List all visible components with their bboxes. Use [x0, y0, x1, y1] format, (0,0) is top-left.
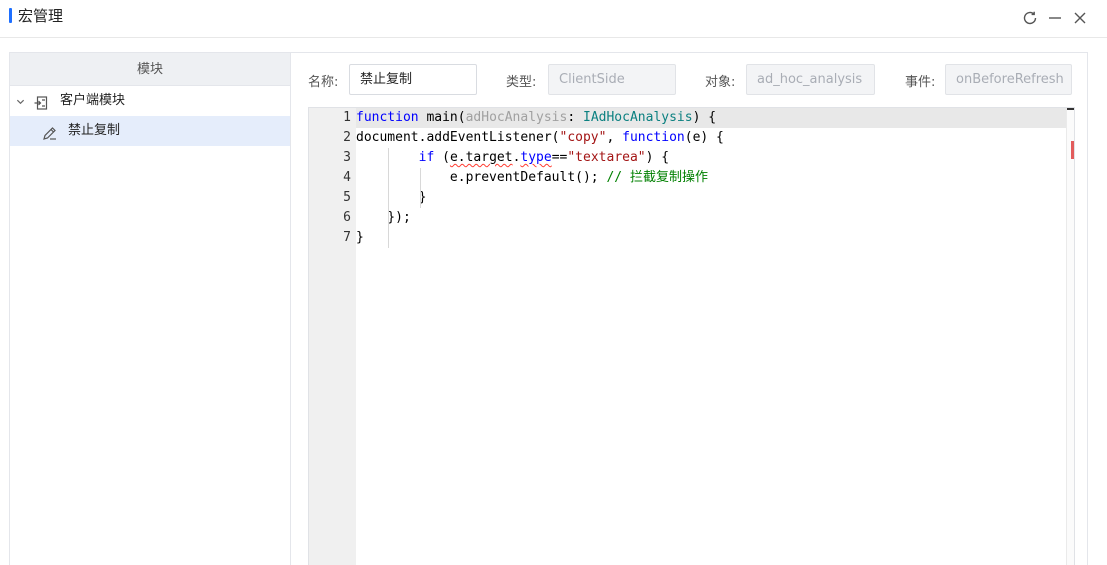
code-token: "copy"	[559, 130, 607, 145]
code-line-2[interactable]: document.addEventListener("copy", functi…	[356, 128, 1074, 148]
code-token: :	[567, 110, 583, 125]
editor-scrollbar[interactable]	[1066, 108, 1074, 565]
line-number: 4	[343, 170, 351, 185]
code-line-6[interactable]: });	[356, 208, 1074, 228]
code-token: function	[622, 130, 685, 145]
code-comment: // 拦截复制操作	[606, 170, 708, 185]
type-label: 类型:	[506, 75, 537, 90]
code-token: document.addEventListener(	[356, 130, 560, 145]
line-number: 5	[343, 190, 351, 205]
code-token-warning: e.target	[449, 150, 513, 165]
line-number: 7	[343, 230, 351, 245]
module-tree-panel: 模块 客户端模块 禁止复制	[9, 52, 291, 565]
line-number: 2	[343, 130, 351, 145]
code-token: ,	[606, 130, 623, 145]
minimize-icon[interactable]	[1046, 9, 1064, 27]
code-token: ==	[551, 150, 568, 165]
code-token: (e) {	[684, 130, 724, 145]
code-token: IAdHocAnalysis	[583, 110, 693, 125]
code-area[interactable]: function main(adHocAnalysis: IAdHocAnaly…	[356, 108, 1074, 565]
script-edit-icon	[42, 123, 58, 140]
code-token: if	[418, 150, 435, 165]
refresh-icon[interactable]	[1021, 9, 1039, 27]
code-token-warning: type	[520, 150, 552, 165]
code-token: function	[356, 110, 419, 125]
code-token: e.preventDefault();	[449, 170, 607, 185]
window-title: 宏管理	[18, 7, 64, 25]
title-bar: 宏管理	[0, 0, 1107, 38]
object-label: 对象:	[705, 75, 736, 90]
code-line-4[interactable]: e.preventDefault(); // 拦截复制操作	[356, 168, 1074, 188]
tree-node-disable-copy[interactable]: 禁止复制	[10, 116, 290, 146]
module-tree-header: 模块	[10, 53, 290, 86]
line-number: 1	[343, 110, 351, 125]
tree-node-client-module[interactable]: 客户端模块	[10, 86, 290, 116]
scrollbar-thumb[interactable]	[1067, 108, 1074, 110]
line-number: 6	[343, 210, 351, 225]
event-input: onBeforeRefresh	[945, 64, 1072, 95]
type-input: ClientSide	[548, 64, 676, 95]
code-token: adHocAnalysis	[465, 110, 568, 125]
indent-guide	[420, 168, 421, 208]
code-editor[interactable]: 1 2 3 4 5 6 7 function main(adHocAnalysi…	[308, 107, 1075, 565]
code-line-5[interactable]: }	[356, 188, 1074, 208]
scrollbar-error-marker	[1071, 141, 1074, 159]
code-token: main(	[418, 110, 466, 125]
name-input[interactable]: 禁止复制	[349, 64, 477, 95]
code-line-1[interactable]: function main(adHocAnalysis: IAdHocAnaly…	[356, 108, 1074, 128]
object-input: ad_hoc_analysis	[746, 64, 875, 95]
line-number: 3	[343, 150, 351, 165]
chevron-down-icon[interactable]	[15, 86, 25, 116]
code-line-3[interactable]: if (e.target.type=="textarea") {	[356, 148, 1074, 168]
event-label: 事件:	[905, 75, 936, 90]
code-token: ) {	[692, 110, 717, 125]
code-line-7[interactable]: }	[356, 228, 1074, 248]
code-token: (	[434, 150, 450, 165]
tree-node-label: 禁止复制	[68, 123, 121, 138]
close-icon[interactable]	[1071, 9, 1089, 27]
code-token: "textarea"	[567, 150, 646, 165]
name-label: 名称:	[308, 75, 339, 90]
code-token: ) {	[645, 150, 670, 165]
title-accent-bar	[9, 8, 12, 23]
indent-guide	[388, 148, 389, 248]
tree-node-label: 客户端模块	[60, 93, 126, 108]
module-icon	[33, 93, 49, 110]
line-number-gutter: 1 2 3 4 5 6 7	[309, 108, 356, 565]
